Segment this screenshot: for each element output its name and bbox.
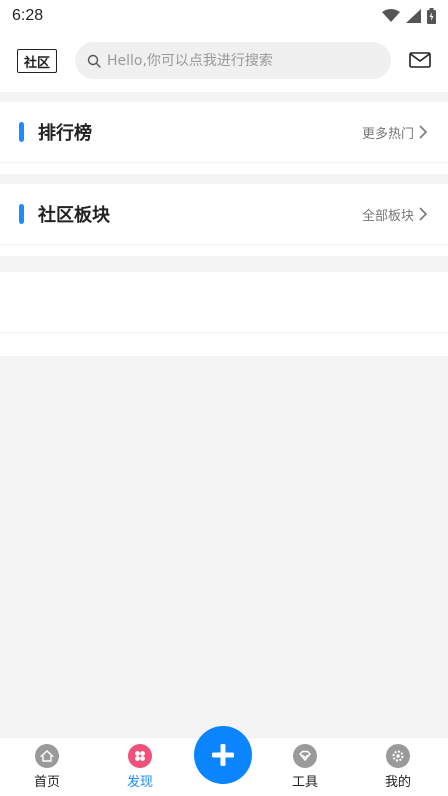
status-icons <box>382 8 436 24</box>
screen: 6:28 社区 Hello,你可以点我进行搜索 排行榜 更多热门 社区板块 全部… <box>0 0 448 796</box>
boards-title: 社区板块 <box>38 205 110 226</box>
plus-icon <box>212 744 234 766</box>
mail-icon[interactable] <box>409 51 431 69</box>
community-logo[interactable]: 社区 <box>17 49 57 73</box>
section-accent-bar <box>19 122 24 142</box>
ranking-title: 排行榜 <box>38 123 92 144</box>
status-bar: 6:28 <box>0 0 448 32</box>
boards-header[interactable]: 社区板块 全部板块 <box>0 184 448 244</box>
more-hot-link[interactable]: 更多热门 <box>362 123 428 142</box>
empty-section <box>0 272 448 356</box>
chevron-right-icon <box>419 207 428 221</box>
home-icon <box>35 744 59 768</box>
search-icon <box>87 54 101 68</box>
empty-row <box>0 272 448 332</box>
signal-icon <box>406 9 421 23</box>
ranking-section: 排行榜 更多热门 <box>0 102 448 174</box>
nav-home-label: 首页 <box>33 775 60 790</box>
boards-section: 社区板块 全部板块 <box>0 184 448 256</box>
nav-discover[interactable]: 发现 <box>110 744 170 790</box>
all-boards-label: 全部板块 <box>361 208 414 224</box>
nav-mine[interactable]: 我的 <box>368 744 428 790</box>
tools-icon <box>293 744 317 768</box>
nav-home[interactable]: 首页 <box>17 744 77 790</box>
settings-icon <box>386 744 410 768</box>
chevron-right-icon <box>419 125 428 139</box>
header: 社区 <box>0 32 448 92</box>
more-hot-label: 更多热门 <box>361 126 414 142</box>
nav-tools-label: 工具 <box>291 775 318 790</box>
ranking-header[interactable]: 排行榜 更多热门 <box>0 102 448 162</box>
nav-discover-label: 发现 <box>126 775 153 790</box>
search-bar[interactable] <box>75 42 391 79</box>
add-post-button[interactable] <box>194 726 252 784</box>
wifi-icon <box>382 9 400 22</box>
all-boards-link[interactable]: 全部板块 <box>362 205 428 224</box>
battery-icon <box>427 8 436 24</box>
nav-tools[interactable]: 工具 <box>275 744 335 790</box>
status-time: 6:28 <box>12 7 44 24</box>
search-input[interactable] <box>107 52 367 69</box>
bottom-nav: 首页 发现 工具 我的 <box>0 726 448 796</box>
discover-icon <box>128 744 152 768</box>
nav-mine-label: 我的 <box>384 775 411 790</box>
section-accent-bar <box>19 204 24 224</box>
